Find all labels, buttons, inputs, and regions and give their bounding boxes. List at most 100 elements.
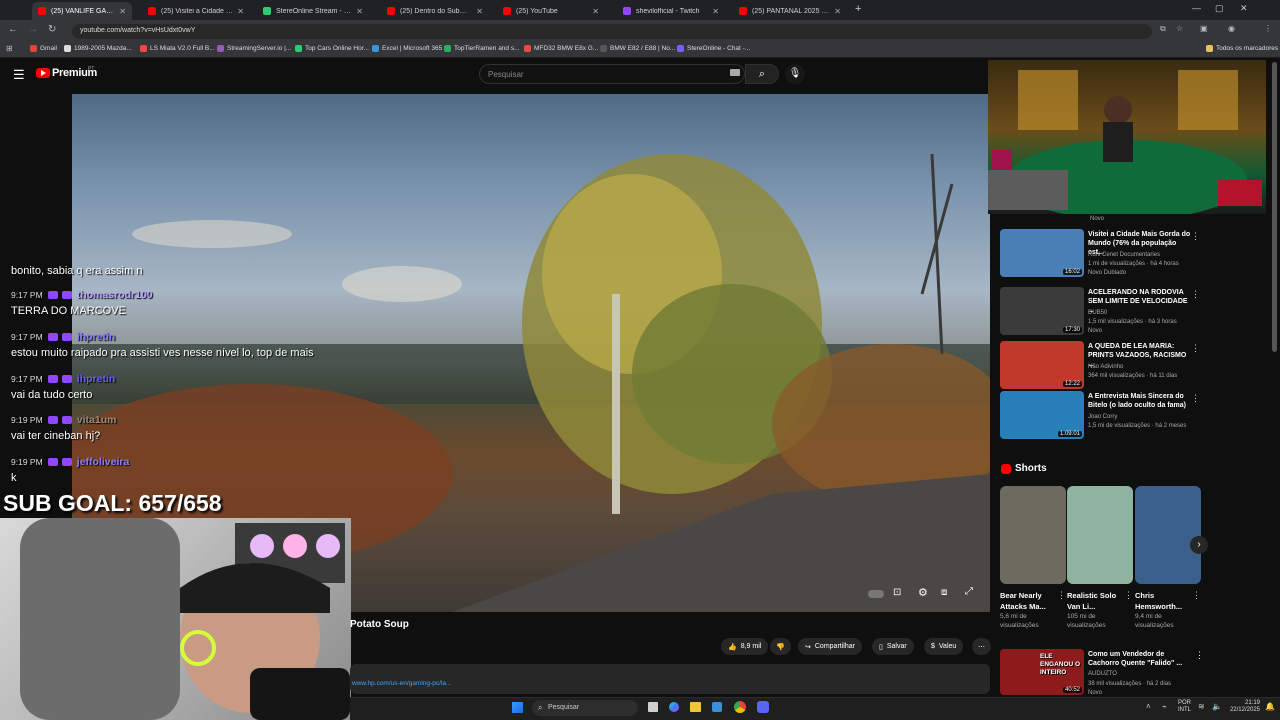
tab-close-icon[interactable]: ✕: [356, 7, 363, 16]
search-input[interactable]: Pesquisar: [479, 64, 745, 84]
tab-3[interactable]: StereOnline Stream - Watch Li ✕: [257, 2, 369, 20]
tab-close-icon[interactable]: ✕: [834, 7, 841, 16]
subtitles-icon[interactable]: ⊡: [893, 587, 901, 598]
chat-username[interactable]: jeffoliveira: [77, 456, 130, 468]
bookmark-item[interactable]: LS Miata V2.0 Full B...: [140, 45, 215, 52]
bookmark-item[interactable]: Gmail: [30, 45, 57, 52]
tab-7[interactable]: (25) PANTANAL 2025 - Chapec ✕: [733, 2, 847, 20]
description-link[interactable]: www.hp.com/us-en/gaming-pc/la...: [352, 680, 451, 687]
chat-username[interactable]: vita1um: [77, 414, 117, 426]
share-button[interactable]: ↪ Compartilhar: [798, 638, 862, 655]
install-icon[interactable]: ⧉: [1160, 24, 1166, 34]
thanks-button[interactable]: $ Valeu: [924, 638, 964, 655]
tab-close-icon[interactable]: ✕: [476, 7, 483, 16]
chat-username[interactable]: ihpretin: [77, 331, 116, 343]
more-options-icon[interactable]: ⋮: [1191, 231, 1200, 242]
tab-1[interactable]: (25) VANLIFE GAMING in th ✕: [32, 2, 132, 20]
recommended-video[interactable]: 12:22 A QUEDA DE LEA MARIA: PRINTS VAZADO…: [1000, 341, 1200, 391]
store-icon[interactable]: [712, 702, 722, 712]
forward-icon[interactable]: →: [28, 24, 38, 35]
more-actions-button[interactable]: ⋯: [972, 638, 991, 655]
short-title[interactable]: Realistic Solo Van Li...: [1067, 590, 1127, 612]
tab-close-icon[interactable]: ✕: [592, 7, 599, 16]
bookmark-item[interactable]: 1989-2005 Mazda...: [64, 45, 132, 52]
recommended-video[interactable]: 17:30 ACELERANDO NA RODOVIA SEM LIMITE DE…: [1000, 287, 1200, 337]
maximize-icon[interactable]: ▢: [1215, 3, 1224, 14]
chrome-icon[interactable]: [734, 701, 746, 713]
miniplayer-icon[interactable]: ⧈: [941, 587, 947, 598]
video-thumbnail[interactable]: 12:22: [1000, 341, 1084, 389]
extensions-icon[interactable]: ▣: [1200, 24, 1208, 33]
tab-4[interactable]: (25) Dentro do Submundo Ileg ✕: [381, 2, 489, 20]
bookmark-item[interactable]: MFD32 BMW E8x G...: [524, 45, 598, 52]
short-thumbnail[interactable]: [1000, 486, 1066, 584]
video-thumbnail[interactable]: 1:09:01: [1000, 391, 1084, 439]
tab-close-icon[interactable]: ✕: [237, 7, 244, 16]
video-title[interactable]: A Entrevista Mais Sincera do Bitelo (o l…: [1088, 392, 1192, 410]
close-window-icon[interactable]: ✕: [1240, 3, 1248, 14]
more-options-icon[interactable]: ⋮: [1191, 393, 1200, 404]
youtube-logo-icon[interactable]: [36, 68, 50, 78]
hamburger-menu-icon[interactable]: ☰: [13, 67, 25, 83]
tab-2[interactable]: (25) Visitei a Cidade Mais Gord ✕: [142, 2, 250, 20]
bookmark-item[interactable]: BMW E82 / E88 | No...: [600, 45, 675, 52]
address-bar[interactable]: youtube.com/watch?v=vHsUdxt0vwY: [72, 24, 1152, 39]
keyboard-icon[interactable]: [730, 69, 740, 76]
fullscreen-icon[interactable]: ⤢: [965, 586, 973, 597]
chat-username[interactable]: ihpretin: [77, 373, 116, 385]
more-options-icon[interactable]: ⋮: [1192, 590, 1280, 601]
chat-username[interactable]: thomasrodr100: [77, 289, 153, 301]
dislike-button[interactable]: 👎: [770, 638, 791, 655]
windows-start-icon[interactable]: [512, 702, 523, 713]
tab-6[interactable]: shevilofficial - Twitch ✕: [617, 2, 725, 20]
recommended-video[interactable]: 1:09:01 A Entrevista Mais Sincera do Bite…: [1000, 391, 1200, 441]
bookmark-star-icon[interactable]: ☆: [1176, 24, 1183, 33]
tab-close-icon[interactable]: ✕: [712, 7, 719, 16]
bookmark-item[interactable]: Top Cars Online Hor...: [295, 45, 369, 52]
bookmark-item[interactable]: StereOnline - Chat -...: [677, 45, 750, 52]
settings-gear-icon[interactable]: ⚙: [918, 586, 928, 599]
all-bookmarks[interactable]: Todos os marcadores: [1206, 45, 1278, 52]
more-options-icon[interactable]: ⋮: [1191, 343, 1200, 354]
volume-icon[interactable]: 🔈: [1212, 702, 1222, 711]
description-box[interactable]: [350, 664, 990, 694]
copilot-icon[interactable]: [669, 702, 679, 712]
bookmark-item[interactable]: TopTierRamen and s...: [444, 45, 520, 52]
short-title[interactable]: Chris Hemsworth...: [1135, 590, 1195, 612]
like-button[interactable]: 👍 8,9 mil: [721, 638, 769, 655]
video-thumbnail[interactable]: 16:02: [1000, 229, 1084, 277]
search-button[interactable]: ⌕: [745, 64, 779, 84]
task-view-icon[interactable]: [648, 702, 658, 712]
mic-icon[interactable]: 🎙: [785, 64, 805, 84]
more-options-icon[interactable]: ⋮: [1195, 650, 1204, 661]
more-options-icon[interactable]: ⋮: [1191, 289, 1200, 300]
apps-icon[interactable]: ⊞: [6, 44, 13, 53]
bookmark-item[interactable]: StreamingServer.io |...: [217, 45, 291, 52]
bookmark-item[interactable]: Excel | Microsoft 365: [372, 45, 442, 52]
taskbar-clock[interactable]: 21:19 22/12/2025: [1226, 700, 1260, 714]
bottom-video-thumbnail[interactable]: ELE ENGANOU O INTEIRO 40:52: [1000, 649, 1084, 695]
tray-overflow-icon[interactable]: ˄: [1146, 702, 1151, 711]
save-button[interactable]: ▯ Salvar: [872, 638, 914, 655]
video-channel[interactable]: DUB50: [1088, 309, 1200, 317]
video-channel[interactable]: Joao Corry: [1088, 413, 1200, 421]
bottom-video-channel[interactable]: AUDUZTO: [1088, 671, 1117, 677]
notification-icon[interactable]: 🔔: [1265, 702, 1275, 711]
short-title[interactable]: Bear Nearly Attacks Ma...: [1000, 590, 1060, 612]
minimize-icon[interactable]: —: [1192, 3, 1201, 13]
reload-icon[interactable]: ↻: [48, 24, 56, 35]
file-explorer-icon[interactable]: [690, 702, 701, 712]
short-thumbnail[interactable]: [1067, 486, 1133, 584]
network-icon[interactable]: ⌁: [1162, 702, 1167, 711]
tab-5[interactable]: (25) YouTube ✕: [497, 2, 605, 20]
profile-icon[interactable]: ◉: [1228, 24, 1235, 33]
back-icon[interactable]: ←: [8, 24, 18, 35]
discord-icon[interactable]: [757, 701, 769, 713]
bottom-video-title[interactable]: Como um Vendedor de Cachorro Quente "Fal…: [1088, 650, 1192, 668]
autoplay-toggle[interactable]: [868, 590, 884, 598]
video-channel[interactable]: Não Adivinho: [1088, 363, 1200, 371]
new-tab-button[interactable]: +: [855, 3, 861, 15]
taskbar-search[interactable]: Pesquisar: [532, 700, 638, 716]
shorts-next-button[interactable]: ›: [1190, 536, 1208, 554]
tab-close-icon[interactable]: ✕: [119, 7, 126, 16]
